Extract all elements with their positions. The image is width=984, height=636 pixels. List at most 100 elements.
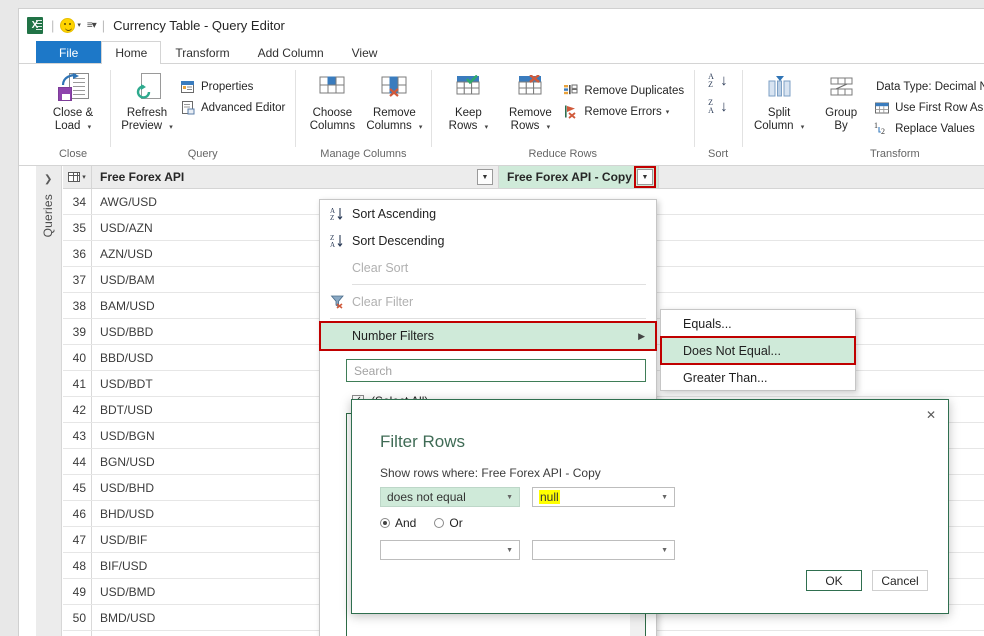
refresh-preview-icon (131, 72, 163, 104)
tab-view[interactable]: View (337, 41, 392, 64)
refresh-preview-button[interactable]: Refresh Preview ▾ (116, 70, 178, 134)
chevron-right-icon: ▶ (638, 330, 645, 341)
split-column-button[interactable]: Split Column ▾ (748, 70, 810, 134)
remove-columns-label: Remove Columns ▾ (366, 107, 423, 132)
first-row-headers-icon (874, 100, 890, 116)
submenu-item-equals[interactable]: Equals... (661, 310, 855, 337)
row-number: 46 (63, 501, 92, 526)
keep-rows-dropdown-icon[interactable]: ▾ (485, 124, 489, 131)
row-number: 41 (63, 371, 92, 396)
tab-transform-label: Transform (175, 46, 230, 60)
remove-errors-label: Remove Errors (584, 105, 662, 118)
close-and-load-icon (57, 72, 89, 104)
ribbon-group-query: Refresh Preview ▾ Properties Advanced Ed… (110, 64, 295, 165)
menu-item-clear-sort-label: Clear Sort (352, 260, 409, 275)
radio-and-control[interactable] (380, 518, 390, 528)
radio-and[interactable]: And (380, 516, 416, 530)
group-title-close: Close (58, 148, 88, 160)
refresh-dropdown-icon[interactable]: ▾ (169, 124, 173, 131)
value-input-2[interactable]: ▼ (532, 540, 675, 560)
data-type-button[interactable]: Data Type: Decimal Number ▾ (872, 76, 984, 97)
ribbon-group-transform: Split Column ▾ Group By Data Type: Decim… (742, 64, 984, 165)
operator-select-1[interactable]: does not equal ▼ (380, 487, 520, 507)
row-number: 44 (63, 449, 92, 474)
column-1-filter-button[interactable]: ▼ (477, 169, 493, 185)
sort-ascending-button[interactable]: AZ ↓ (708, 72, 728, 94)
remove-rows-button[interactable]: Remove Rows ▾ (499, 70, 561, 134)
menu-item-sort-ascending[interactable]: A Z Sort Ascending (320, 200, 656, 227)
tab-home[interactable]: Home (101, 41, 162, 64)
refresh-preview-label: Refresh Preview ▾ (121, 107, 173, 132)
remove-columns-button[interactable]: Remove Columns ▾ (363, 70, 425, 134)
remove-rows-label: Remove Rows ▾ (508, 107, 552, 132)
advanced-editor-label: Advanced Editor (201, 101, 286, 114)
dialog-title: Filter Rows (380, 432, 466, 451)
keep-rows-button[interactable]: Keep Rows ▾ (437, 70, 499, 134)
sort-descending-button[interactable]: ZA ↓ (708, 98, 728, 120)
ribbon-group-close: Close & Load ▾ Close (36, 64, 110, 165)
split-column-dropdown-icon[interactable]: ▾ (801, 124, 805, 131)
tab-transform[interactable]: Transform (161, 41, 244, 64)
menu-divider (352, 284, 646, 285)
choose-columns-button[interactable]: Choose Columns (301, 70, 363, 133)
menu-item-number-filters[interactable]: Number Filters ▶ (319, 321, 657, 351)
sort-za-icon: ZA (708, 98, 714, 115)
chevron-down-icon[interactable]: ▼ (661, 494, 668, 501)
remove-errors-button[interactable]: Remove Errors ▾ (561, 101, 688, 122)
chevron-down-icon[interactable]: ▼ (506, 494, 513, 501)
column-2-filter-button[interactable]: ▼ (634, 166, 656, 188)
remove-rows-dropdown-icon[interactable]: ▾ (547, 124, 551, 131)
cancel-button[interactable]: Cancel (872, 570, 928, 591)
advanced-editor-button[interactable]: Advanced Editor (178, 97, 289, 118)
remove-duplicates-button[interactable]: Remove Duplicates (561, 80, 688, 101)
radio-or-control[interactable] (434, 518, 445, 528)
row-number: 43 (63, 423, 92, 448)
remove-columns-dropdown-icon[interactable]: ▾ (419, 124, 423, 131)
chevron-down-icon[interactable]: ▼ (506, 547, 513, 554)
tab-view-label: View (351, 46, 378, 60)
row-number: 51 (63, 631, 92, 636)
column-header-free-forex-api[interactable]: Free Forex API ▼ (92, 166, 499, 188)
menu-item-sort-ascending-label: Sort Ascending (352, 206, 437, 221)
row-number: 35 (63, 215, 92, 240)
chevron-down-icon[interactable]: ▼ (661, 547, 668, 554)
radio-or[interactable]: Or (434, 516, 463, 530)
tab-add-column[interactable]: Add Column (243, 41, 338, 64)
dialog-condition-row-2: ▼ ▼ (380, 540, 675, 560)
group-by-button[interactable]: Group By (810, 70, 872, 133)
close-and-load-button[interactable]: Close & Load ▾ (42, 70, 104, 134)
tab-file[interactable]: File (36, 41, 102, 64)
first-row-headers-button[interactable]: Use First Row As Headers ▾ (872, 97, 984, 118)
table-dropdown-icon[interactable]: ▾ (82, 173, 86, 181)
value-input-1[interactable]: null ▼ (532, 487, 675, 507)
ok-button[interactable]: OK (806, 570, 862, 591)
filter-rows-dialog: ✕ Filter Rows Show rows where: Free Fore… (351, 399, 949, 614)
submenu-item-greater-than-label: Greater Than... (683, 370, 768, 385)
title-bar: X | ▾ ≡▾ | Currency Table - Query Editor (19, 9, 984, 41)
smiley-icon[interactable] (60, 17, 76, 33)
advanced-editor-icon (180, 100, 196, 116)
properties-button[interactable]: Properties (178, 76, 289, 97)
clear-filter-icon (330, 294, 352, 310)
operator-select-2[interactable]: ▼ (380, 540, 520, 560)
smiley-dropdown-icon[interactable]: ▾ (77, 21, 81, 29)
grid-corner-cell[interactable]: ▾ (63, 166, 92, 188)
first-row-headers-label: Use First Row As Headers (895, 101, 984, 114)
menu-divider-2 (330, 318, 646, 319)
remove-errors-dropdown-icon[interactable]: ▾ (666, 108, 670, 116)
filter-search-input[interactable]: Search (346, 359, 646, 382)
remove-duplicates-label: Remove Duplicates (584, 84, 685, 97)
row-number: 39 (63, 319, 92, 344)
chevron-right-icon[interactable]: ❯ (44, 174, 52, 185)
close-icon[interactable]: ✕ (926, 408, 936, 422)
column-header-label-2: Free Forex API - Copy (507, 170, 632, 184)
menu-item-sort-descending[interactable]: Z A Sort Descending (320, 227, 656, 254)
svg-text:2: 2 (881, 127, 885, 136)
submenu-item-does-not-equal[interactable]: Does Not Equal... (660, 336, 856, 365)
replace-values-button[interactable]: 1 2 Replace Values (872, 118, 984, 139)
submenu-item-greater-than[interactable]: Greater Than... (661, 364, 855, 391)
close-load-dropdown-icon[interactable]: ▾ (88, 124, 92, 131)
customize-qat-icon[interactable]: ≡▾ (87, 20, 97, 31)
queries-pane[interactable]: ❯ Queries (36, 166, 62, 636)
column-header-free-forex-api-copy[interactable]: Free Forex API - Copy ▼ (499, 166, 659, 188)
